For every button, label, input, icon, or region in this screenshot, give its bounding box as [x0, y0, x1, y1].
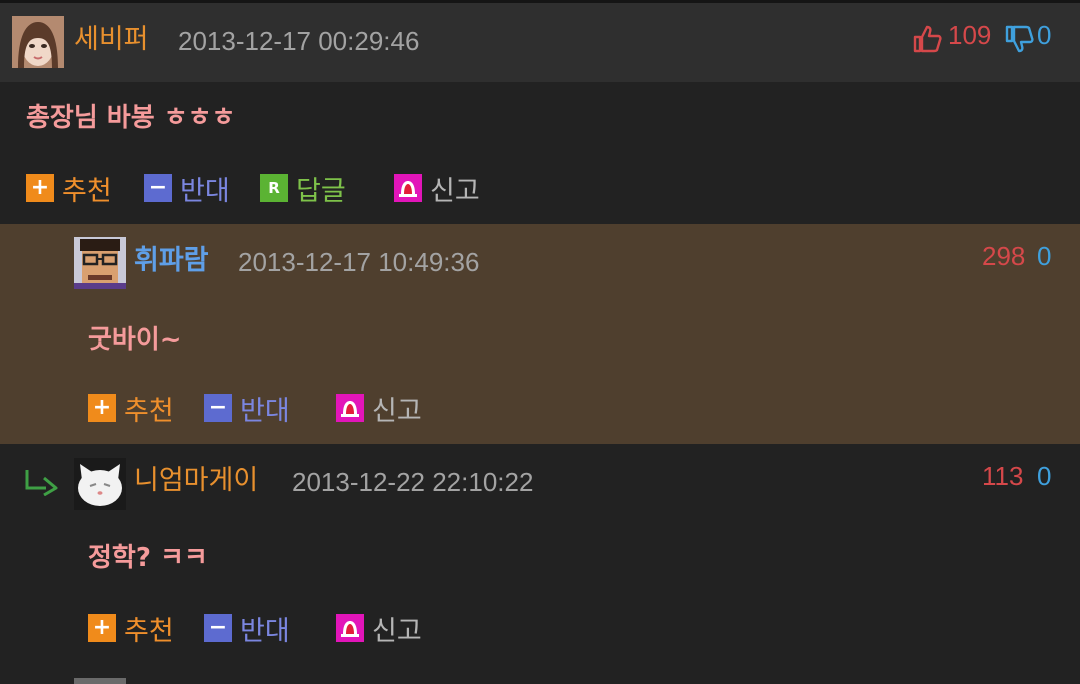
- recommend-button[interactable]: + 추천: [88, 392, 174, 427]
- user-avatar[interactable]: [74, 237, 126, 289]
- oppose-button[interactable]: − 반대: [144, 172, 230, 207]
- timestamp: 2013-12-22 22:10:22: [292, 467, 534, 497]
- nickname[interactable]: 세비퍼: [74, 24, 149, 56]
- report-label: 신고: [372, 615, 422, 647]
- comment-item-highlighted: 휘파람 2013-12-17 10:49:36 298 0 굿바이~ + 추천 …: [0, 224, 1080, 444]
- recommend-button[interactable]: + 추천: [88, 612, 174, 647]
- next-avatar-peek: [74, 678, 126, 684]
- nickname[interactable]: 니엄마게이: [134, 465, 258, 497]
- minus-icon: −: [144, 174, 172, 202]
- comment-text: 굿바이~: [88, 325, 182, 355]
- siren-icon: [336, 614, 364, 642]
- reply-icon: R: [260, 174, 288, 202]
- timestamp: 2013-12-17 10:49:36: [238, 247, 480, 277]
- minus-icon: −: [204, 394, 232, 422]
- oppose-label: 반대: [180, 175, 230, 207]
- report-button[interactable]: 신고: [394, 172, 480, 207]
- recommend-label: 추천: [124, 615, 174, 647]
- recommend-label: 추천: [62, 175, 112, 207]
- plus-icon: +: [26, 174, 54, 202]
- report-button[interactable]: 신고: [336, 392, 422, 427]
- like-count: 298: [982, 241, 1026, 271]
- thumbs-down-icon[interactable]: [1004, 24, 1034, 54]
- minus-icon: −: [204, 614, 232, 642]
- dislike-count: 0: [1037, 241, 1052, 271]
- comment-item: 세비퍼 2013-12-17 00:29:46 109 0 총장님 바봉 ㅎㅎㅎ…: [0, 0, 1080, 224]
- siren-icon: [394, 174, 422, 202]
- reply-button[interactable]: R 답글: [260, 172, 346, 207]
- oppose-label: 반대: [240, 395, 290, 427]
- user-avatar[interactable]: [12, 16, 64, 68]
- oppose-label: 반대: [240, 615, 290, 647]
- timestamp: 2013-12-17 00:29:46: [178, 26, 420, 56]
- recommend-label: 추천: [124, 395, 174, 427]
- nickname[interactable]: 휘파람: [134, 245, 209, 277]
- siren-icon: [336, 394, 364, 422]
- report-label: 신고: [372, 395, 422, 427]
- like-count: 109: [948, 20, 992, 50]
- oppose-button[interactable]: − 반대: [204, 392, 290, 427]
- dislike-count: 0: [1037, 461, 1052, 491]
- reply-arrow-icon: [25, 470, 58, 496]
- plus-icon: +: [88, 394, 116, 422]
- comment-item: 니엄마게이 2013-12-22 22:10:22 113 0 정학? ㅋㅋ +…: [0, 444, 1080, 684]
- dislike-count: 0: [1037, 20, 1052, 50]
- thumbs-up-icon[interactable]: [912, 24, 942, 54]
- comment-text: 총장님 바봉 ㅎㅎㅎ: [26, 103, 236, 133]
- report-label: 신고: [430, 175, 480, 207]
- reply-label: 답글: [296, 175, 346, 207]
- report-button[interactable]: 신고: [336, 612, 422, 647]
- user-avatar[interactable]: [74, 458, 126, 510]
- like-count: 113: [982, 461, 1024, 491]
- comment-text: 정학? ㅋㅋ: [88, 543, 208, 573]
- recommend-button[interactable]: + 추천: [26, 172, 112, 207]
- plus-icon: +: [88, 614, 116, 642]
- oppose-button[interactable]: − 반대: [204, 612, 290, 647]
